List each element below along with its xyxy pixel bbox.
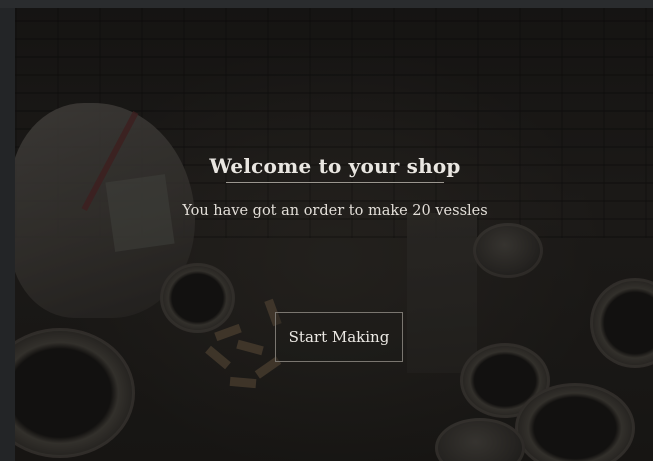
order-message: You have got an order to make 20 vessles: [182, 203, 488, 219]
title-underline: [226, 182, 444, 183]
welcome-dialog: Welcome to your shop You have got an ord…: [0, 0, 653, 461]
welcome-title: Welcome to your shop: [209, 154, 461, 178]
game-window: Welcome to your shop You have got an ord…: [0, 0, 653, 461]
start-making-button[interactable]: Start Making: [275, 312, 403, 362]
